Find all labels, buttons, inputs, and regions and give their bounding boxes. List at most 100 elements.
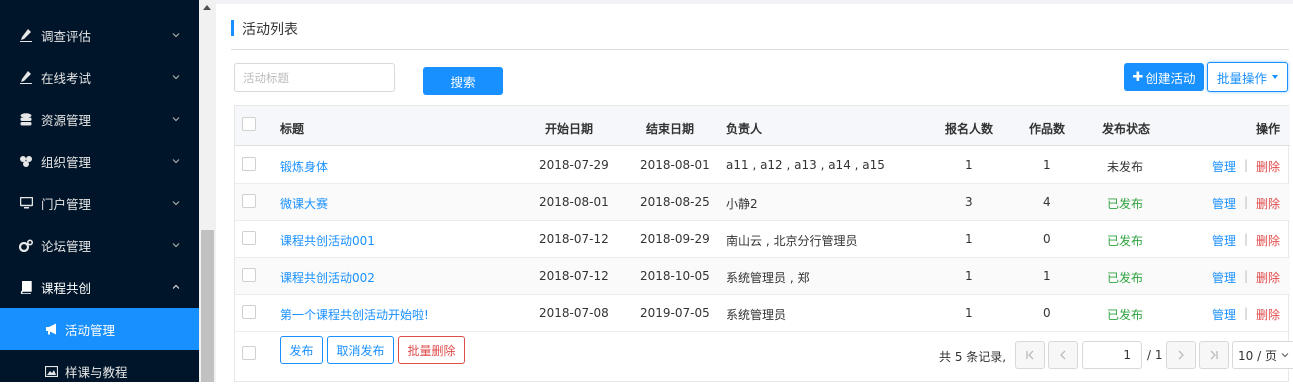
chevron-down-icon — [172, 117, 180, 122]
batch-delete-button[interactable]: 批量删除 — [398, 336, 465, 364]
publish-status: 已发布 — [1107, 308, 1144, 322]
search-button[interactable]: 搜索 — [423, 67, 503, 95]
sidebar: 调查评估 在线考试 资源管理 组织管理 门户管理 论坛管理 课程共创 活动管理 … — [0, 0, 199, 382]
sidebar-subitem-activity-management[interactable]: 活动管理 — [0, 308, 199, 350]
batch-operations-label: 批量操作 — [1216, 70, 1267, 86]
chevron-left-icon — [1060, 350, 1066, 360]
search-input[interactable] — [234, 63, 395, 92]
row-checkbox[interactable] — [242, 268, 256, 282]
end-date: 2018-08-01 — [640, 158, 710, 172]
delete-link[interactable]: 删除 — [1256, 306, 1280, 323]
sidebar-item-portal[interactable]: 门户管理 — [0, 182, 199, 224]
sidebar-item-resources[interactable]: 资源管理 — [0, 98, 199, 140]
scrollbar-thumb[interactable] — [201, 230, 214, 382]
end-date: 2018-08-25 — [640, 195, 710, 209]
prev-page-button[interactable] — [1048, 341, 1078, 369]
sidebar-item-label: 课程共创 — [41, 280, 92, 296]
end-date: 2018-10-05 — [640, 269, 710, 283]
signup-count: 1 — [965, 158, 973, 172]
monitor-icon — [19, 196, 33, 210]
manage-link[interactable]: 管理 — [1212, 306, 1236, 323]
chevron-down-icon — [172, 243, 180, 248]
publish-button[interactable]: 发布 — [280, 336, 323, 364]
chevron-up-icon — [172, 284, 180, 289]
end-date: 2019-07-05 — [640, 306, 710, 320]
delete-link[interactable]: 删除 — [1256, 232, 1280, 249]
sidebar-item-course-cocreation[interactable]: 课程共创 — [0, 266, 199, 308]
delete-link[interactable]: 删除 — [1256, 158, 1280, 175]
activity-table: 标题 开始日期 结束日期 负责人 报名人数 作品数 发布状态 操作 锻炼身体 20… — [234, 105, 1293, 382]
sidebar-item-label: 门户管理 — [41, 196, 92, 212]
page-size-label: 10 / 页 — [1238, 348, 1277, 363]
works-count: 1 — [1043, 269, 1051, 283]
sidebar-subitem-sample-courses[interactable]: 样课与教程 — [0, 350, 199, 392]
delete-link[interactable]: 删除 — [1256, 195, 1280, 212]
gears-icon — [19, 238, 33, 252]
bullhorn-icon — [44, 322, 58, 336]
activity-title-link[interactable]: 锻炼身体 — [280, 158, 328, 175]
total-pages-text: / 1 — [1147, 348, 1163, 362]
column-header-owner: 负责人 — [726, 122, 763, 136]
owner: 系统管理员 — [726, 308, 787, 322]
activity-title-link[interactable]: 第一个课程共创活动开始啦! — [280, 306, 429, 323]
create-activity-button[interactable]: ✚ 创建活动 — [1124, 63, 1204, 91]
manage-link[interactable]: 管理 — [1212, 232, 1236, 249]
action-separator: | — [1244, 306, 1249, 320]
caret-down-icon — [1272, 75, 1278, 79]
activity-title-link[interactable]: 微课大赛 — [280, 195, 328, 212]
total-records-text: 共 5 条记录, — [939, 350, 1007, 364]
row-checkbox[interactable] — [242, 194, 256, 208]
column-header-title: 标题 — [280, 122, 305, 136]
table-row: 微课大赛 2018-08-01 2018-08-25 小静2 3 4 已发布 管理 | 删除 — [235, 184, 1290, 221]
sidebar-item-label: 组织管理 — [41, 154, 92, 170]
delete-link[interactable]: 删除 — [1256, 269, 1280, 286]
sidebar-item-forum[interactable]: 论坛管理 — [0, 224, 199, 266]
start-date: 2018-07-29 — [539, 158, 609, 172]
image-icon — [44, 364, 58, 378]
start-date: 2018-07-12 — [539, 232, 609, 246]
next-page-button[interactable] — [1166, 341, 1196, 369]
row-checkbox[interactable] — [242, 305, 256, 319]
works-count: 0 — [1043, 306, 1051, 320]
row-checkbox[interactable] — [242, 231, 256, 245]
sidebar-item-exam[interactable]: 在线考试 — [0, 56, 199, 98]
action-separator: | — [1244, 232, 1249, 246]
first-page-button[interactable] — [1015, 341, 1045, 369]
column-header-works: 作品数 — [1029, 122, 1066, 136]
sidebar-item-label: 活动管理 — [65, 322, 116, 338]
chevron-down-icon — [172, 75, 180, 80]
last-page-button[interactable] — [1199, 341, 1229, 369]
signup-count: 1 — [965, 306, 973, 320]
start-date: 2018-07-12 — [539, 269, 609, 283]
create-activity-label: 创建活动 — [1145, 70, 1196, 86]
owner: 南山云 , 北京分行管理员 — [726, 234, 858, 248]
footer-select-all-checkbox[interactable] — [242, 346, 256, 360]
manage-link[interactable]: 管理 — [1212, 269, 1236, 286]
activity-title-link[interactable]: 课程共创活动002 — [280, 269, 375, 286]
page-number-input[interactable]: 1 — [1082, 341, 1142, 369]
signup-count: 1 — [965, 269, 973, 283]
unpublish-button[interactable]: 取消发布 — [327, 336, 394, 364]
scroll-up-arrow-icon[interactable] — [203, 5, 211, 10]
publish-status: 已发布 — [1107, 271, 1144, 285]
column-header-status: 发布状态 — [1102, 122, 1151, 136]
sidebar-item-organization[interactable]: 组织管理 — [0, 140, 199, 182]
title-accent-bar — [231, 20, 234, 36]
select-all-checkbox[interactable] — [242, 117, 256, 131]
page-title: 活动列表 — [242, 22, 298, 38]
page-size-select[interactable]: 10 / 页 — [1232, 341, 1293, 369]
row-checkbox[interactable] — [242, 157, 256, 171]
last-page-icon — [1210, 350, 1218, 360]
publish-status: 未发布 — [1107, 160, 1144, 174]
sidebar-item-survey[interactable]: 调查评估 — [0, 14, 199, 56]
table-row: 第一个课程共创活动开始啦! 2018-07-08 2019-07-05 系统管理员 1 0… — [235, 295, 1290, 332]
owner: 小静2 — [726, 197, 758, 211]
manage-link[interactable]: 管理 — [1212, 195, 1236, 212]
activity-title-link[interactable]: 课程共创活动001 — [280, 232, 375, 249]
table-row: 锻炼身体 2018-07-29 2018-08-01 a11 , a12 , a13 … — [235, 147, 1290, 184]
batch-operations-dropdown[interactable]: 批量操作 — [1207, 62, 1288, 92]
chevron-down-icon — [1281, 353, 1289, 358]
manage-link[interactable]: 管理 — [1212, 158, 1236, 175]
chevron-down-icon — [172, 159, 180, 164]
plus-icon: ✚ — [1132, 69, 1144, 85]
